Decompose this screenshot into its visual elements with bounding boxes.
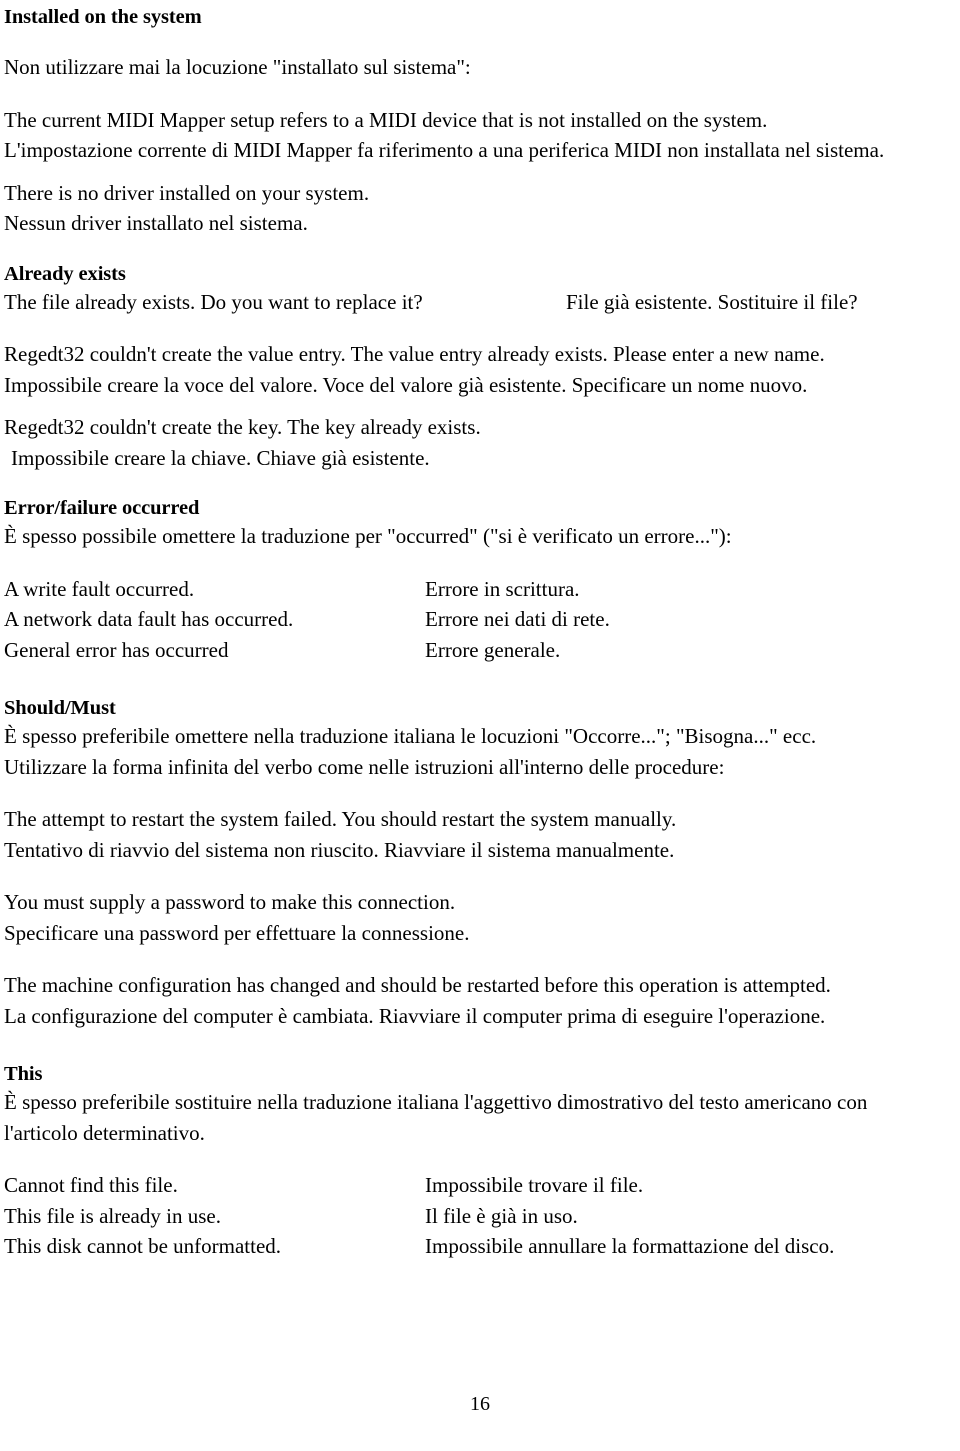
- example-en-disk-unformatted: This disk cannot be unformatted.: [4, 1234, 282, 1258]
- section-heading-error-failure-occurred: Error/failure occurred: [4, 497, 200, 519]
- section-heading-already-exists: Already exists: [4, 262, 126, 285]
- example-en-file-in-use: This file is already in use.: [4, 1203, 221, 1228]
- example-pair-table-error-failure: A write fault occurred. Errore in scritt…: [4, 574, 942, 666]
- table-row: The file already exists. Do you want to …: [4, 287, 942, 318]
- example-it-file-already-exists: File già esistente. Sostituire il file?: [566, 289, 858, 314]
- section-intro-installed-on-the-system: Non utilizzare mai la locuzione "install…: [4, 55, 471, 79]
- example-it-general-error: Errore generale.: [425, 637, 561, 662]
- section-intro-error-failure-occurred: È spesso possibile omettere la traduzion…: [4, 524, 732, 548]
- table-row: This disk cannot be unformatted. Impossi…: [4, 1231, 942, 1262]
- example-en-no-driver: There is no driver installed on your sys…: [4, 180, 370, 205]
- example-en-file-already-exists: The file already exists. Do you want to …: [4, 289, 423, 314]
- example-en-regedt32-value: Regedt32 couldn't create the value entry…: [4, 342, 825, 366]
- example-pair-table-already-exists: The file already exists. Do you want to …: [4, 287, 942, 318]
- example-it-file-in-use: Il file è già in uso.: [425, 1203, 578, 1228]
- example-en-write-fault: A write fault occurred.: [4, 576, 195, 601]
- example-en-restart-failed: The attempt to restart the system failed…: [4, 807, 677, 831]
- example-en-general-error: General error has occurred: [4, 637, 229, 662]
- document-page: Installed on the system Non utilizzare m…: [0, 0, 960, 1451]
- section-heading-installed-on-the-system: Installed on the system: [4, 6, 202, 28]
- example-it-regedt32-value: Impossibile creare la voce del valore. V…: [4, 372, 808, 397]
- example-en-supply-password: You must supply a password to make this …: [4, 890, 456, 914]
- example-it-cannot-find-file: Impossibile trovare il file.: [425, 1173, 644, 1197]
- page-content: Installed on the system Non utilizzare m…: [4, 4, 942, 1262]
- example-it-network-data-fault: Errore nei dati di rete.: [425, 607, 610, 631]
- example-it-midi-mapper: L'impostazione corrente di MIDI Mapper f…: [4, 138, 885, 162]
- table-row: A write fault occurred. Errore in scritt…: [4, 574, 942, 605]
- example-en-regedt32-key: Regedt32 couldn't create the key. The ke…: [4, 415, 481, 439]
- example-pair-table-this: Cannot find this file. Impossibile trova…: [4, 1170, 942, 1262]
- section-heading-this: This: [4, 1063, 43, 1085]
- table-row: A network data fault has occurred. Error…: [4, 604, 942, 635]
- example-it-no-driver: Nessun driver installato nel sistema.: [4, 211, 308, 235]
- example-it-supply-password: Specificare una password per effettuare …: [4, 920, 470, 945]
- example-en-machine-configuration: The machine configuration has changed an…: [4, 973, 831, 997]
- example-en-cannot-find-file: Cannot find this file.: [4, 1173, 178, 1197]
- example-it-machine-configuration: La configurazione del computer è cambiat…: [4, 1003, 826, 1028]
- table-row: Cannot find this file. Impossibile trova…: [4, 1170, 942, 1201]
- example-it-regedt32-key: Impossibile creare la chiave. Chiave già…: [11, 445, 430, 470]
- section-intro-this: È spesso preferibile sostituire nella tr…: [4, 1090, 868, 1145]
- page-number: 16: [470, 1393, 490, 1415]
- table-row: General error has occurred Errore genera…: [4, 635, 942, 666]
- example-en-midi-mapper: The current MIDI Mapper setup refers to …: [4, 107, 768, 132]
- example-it-restart-failed: Tentativo di riavvio del sistema non riu…: [4, 837, 675, 862]
- section-intro-should-must-line1: È spesso preferibile omettere nella trad…: [4, 724, 817, 748]
- example-it-write-fault: Errore in scrittura.: [425, 576, 580, 601]
- section-intro-should-must-line2: Utilizzare la forma infinita del verbo c…: [4, 754, 725, 779]
- example-it-disk-unformatted: Impossibile annullare la formattazione d…: [425, 1234, 835, 1258]
- table-row: This file is already in use. Il file è g…: [4, 1201, 942, 1232]
- example-en-network-data-fault: A network data fault has occurred.: [4, 607, 294, 631]
- section-heading-should-must: Should/Must: [4, 697, 116, 719]
